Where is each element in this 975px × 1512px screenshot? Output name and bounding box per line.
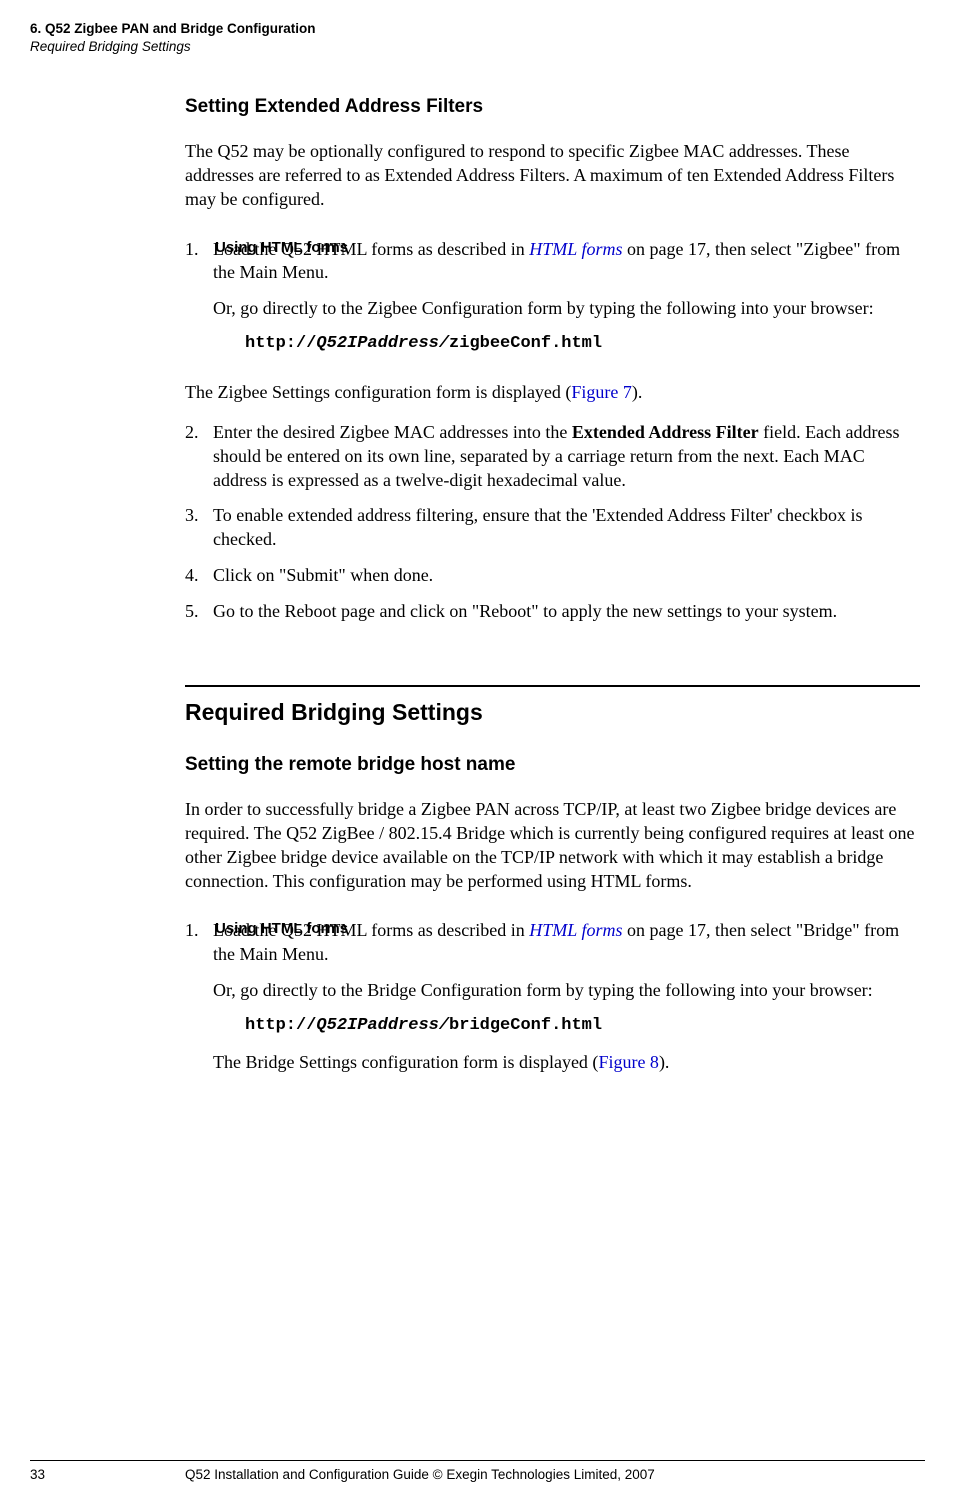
step-text: Enter the desired Zigbee MAC addresses i… bbox=[213, 422, 572, 442]
code-text-italic: Q52IPaddress/ bbox=[316, 1016, 449, 1035]
page-footer: 33 Q52 Installation and Configuration Gu… bbox=[30, 1460, 925, 1482]
section-title-remote-bridge: Setting the remote bridge host name bbox=[185, 754, 920, 776]
section-title-address-filters: Setting Extended Address Filters bbox=[185, 96, 920, 118]
page-number: 33 bbox=[30, 1467, 185, 1482]
step-1: 1. Load the Q52 HTML forms as described … bbox=[185, 238, 920, 370]
bold-field-name: Extended Address Filter bbox=[572, 422, 759, 442]
step-number: 1. bbox=[185, 919, 213, 1074]
side-label-html-forms: Using HTML forms bbox=[215, 238, 355, 258]
step-2: 2. Enter the desired Zigbee MAC addresse… bbox=[185, 421, 920, 492]
footer-copyright: Q52 Installation and Configuration Guide… bbox=[185, 1467, 925, 1482]
header-chapter: 6. Q52 Zigbee PAN and Bridge Configurati… bbox=[30, 20, 925, 38]
step-3: 3. To enable extended address filtering,… bbox=[185, 504, 920, 552]
link-figure-8[interactable]: Figure 8 bbox=[598, 1052, 659, 1072]
page-header: 6. Q52 Zigbee PAN and Bridge Configurati… bbox=[30, 20, 925, 56]
text: The Zigbee Settings configuration form i… bbox=[185, 382, 571, 402]
major-section-title: Required Bridging Settings bbox=[185, 685, 920, 726]
text: ). bbox=[632, 382, 643, 402]
figure-reference-paragraph: The Zigbee Settings configuration form i… bbox=[185, 381, 920, 405]
side-label-html-forms: Using HTML forms bbox=[215, 919, 355, 939]
step-number: 2. bbox=[185, 421, 213, 492]
code-text: zigbeeConf.html bbox=[449, 334, 602, 353]
header-section: Required Bridging Settings bbox=[30, 38, 925, 56]
link-html-forms[interactable]: HTML forms bbox=[529, 239, 622, 259]
intro-paragraph: The Q52 may be optionally configured to … bbox=[185, 140, 920, 211]
step-or-paragraph: Or, go directly to the Bridge Configurat… bbox=[213, 979, 920, 1003]
step-5: 5. Go to the Reboot page and click on "R… bbox=[185, 600, 920, 624]
intro-paragraph: In order to successfully bridge a Zigbee… bbox=[185, 798, 920, 893]
text: ). bbox=[659, 1052, 670, 1072]
code-url-zigbee: http://Q52IPaddress/zigbeeConf.html bbox=[245, 333, 920, 355]
text: The Bridge Settings configuration form i… bbox=[213, 1052, 598, 1072]
step-1: 1. Load the Q52 HTML forms as described … bbox=[185, 919, 920, 1074]
code-text: bridgeConf.html bbox=[449, 1016, 602, 1035]
step-text: Click on "Submit" when done. bbox=[213, 564, 920, 588]
step-number: 1. bbox=[185, 238, 213, 370]
step-number: 5. bbox=[185, 600, 213, 624]
step-text: To enable extended address filtering, en… bbox=[213, 504, 920, 552]
code-text: http:// bbox=[245, 334, 316, 353]
figure-reference-paragraph: The Bridge Settings configuration form i… bbox=[213, 1051, 920, 1075]
step-number: 3. bbox=[185, 504, 213, 552]
main-content: Setting Extended Address Filters The Q52… bbox=[185, 96, 920, 1074]
code-text: http:// bbox=[245, 1016, 316, 1035]
code-url-bridge: http://Q52IPaddress/bridgeConf.html bbox=[245, 1015, 920, 1037]
code-text-italic: Q52IPaddress/ bbox=[316, 334, 449, 353]
link-html-forms[interactable]: HTML forms bbox=[529, 920, 622, 940]
step-4: 4. Click on "Submit" when done. bbox=[185, 564, 920, 588]
step-or-paragraph: Or, go directly to the Zigbee Configurat… bbox=[213, 297, 920, 321]
step-number: 4. bbox=[185, 564, 213, 588]
link-figure-7[interactable]: Figure 7 bbox=[571, 382, 632, 402]
step-text: Go to the Reboot page and click on "Rebo… bbox=[213, 600, 920, 624]
